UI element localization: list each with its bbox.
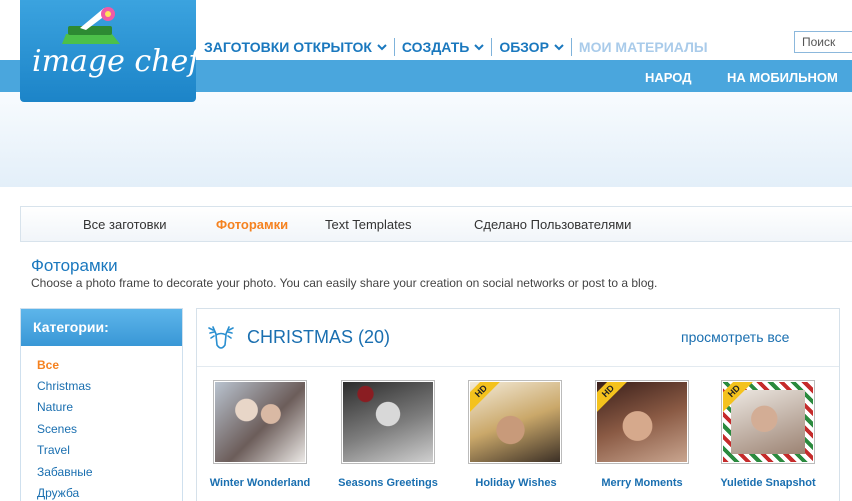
section-header: CHRISTMAS (20) просмотреть все (197, 309, 839, 367)
nav-divider (393, 38, 395, 56)
category-travel[interactable]: Travel (37, 443, 70, 457)
category-scenes[interactable]: Scenes (37, 422, 77, 436)
tab-user-made[interactable]: Сделано Пользователями (474, 217, 631, 232)
template-label[interactable]: Holiday Wishes (461, 477, 571, 489)
category-friendship[interactable]: Дружба (37, 486, 79, 500)
chevron-down-icon (554, 44, 564, 51)
template-thumbnail: HD (723, 382, 813, 462)
template-label[interactable]: Seasons Greetings (333, 477, 443, 489)
logo-text: image chef (32, 44, 196, 79)
search-input[interactable] (794, 31, 852, 53)
section-title: CHRISTMAS (20) (247, 327, 391, 347)
nav-browse[interactable]: ОБЗОР (499, 39, 564, 55)
page-title: Фоторамки (31, 256, 118, 275)
tab-all-templates[interactable]: Все заготовки (83, 217, 167, 232)
hd-badge: HD (470, 382, 504, 414)
template-label[interactable]: Merry Moments (587, 477, 697, 489)
nav-create-label: СОЗДАТЬ (401, 39, 470, 55)
template-label[interactable]: Winter Wonderland (205, 477, 315, 489)
logo[interactable]: image chef (20, 0, 196, 102)
main-nav: ЗАГОТОВКИ ОТКРЫТОК СОЗДАТЬ ОБЗОР МОИ МАТ… (204, 38, 708, 56)
category-funny[interactable]: Забавные (37, 465, 93, 479)
category-all[interactable]: Все (37, 358, 59, 372)
nav-divider (491, 38, 493, 56)
header-background (0, 92, 852, 187)
nav-divider (570, 38, 572, 56)
hd-badge: HD (597, 382, 631, 414)
tab-photo-frames[interactable]: Фоторамки (216, 217, 288, 232)
template-card[interactable]: HD (468, 380, 562, 464)
template-thumbnail: HD (470, 382, 560, 462)
template-card[interactable]: HD (721, 380, 815, 464)
nav-my-materials[interactable]: МОИ МАТЕРИАЛЫ (579, 39, 708, 55)
template-label[interactable]: Yuletide Snapshot (713, 477, 823, 489)
template-card[interactable] (341, 380, 435, 464)
chevron-down-icon (474, 44, 485, 51)
template-thumbnail: HD (597, 382, 687, 462)
nav-browse-label: ОБЗОР (499, 39, 549, 55)
tab-text-templates[interactable]: Text Templates (325, 217, 411, 232)
nav-my-materials-label: МОИ МАТЕРИАЛЫ (578, 39, 708, 55)
template-thumbnail (215, 382, 305, 462)
page: image chef ЗАГОТОВКИ ОТКРЫТОК СОЗДАТЬ ОБ… (0, 0, 852, 501)
typewriter-icon (62, 7, 120, 44)
template-card[interactable] (213, 380, 307, 464)
nav-templates[interactable]: ЗАГОТОВКИ ОТКРЫТОК (204, 39, 387, 55)
subnav-community[interactable]: НАРОД (645, 70, 691, 85)
sidebar-title: Категории: (21, 309, 182, 346)
deer-icon (208, 326, 234, 349)
photo-area (731, 390, 805, 454)
template-card[interactable]: HD (595, 380, 689, 464)
template-thumbnail (343, 382, 433, 462)
chevron-down-icon (377, 44, 387, 51)
category-nature[interactable]: Nature (37, 400, 73, 414)
view-all-link[interactable]: просмотреть все (681, 329, 789, 345)
subnav-mobile[interactable]: НА МОБИЛЬНОМ (727, 70, 838, 85)
page-description: Choose a photo frame to decorate your ph… (31, 276, 658, 290)
nav-templates-label: ЗАГОТОВКИ ОТКРЫТОК (204, 39, 372, 55)
nav-create[interactable]: СОЗДАТЬ (401, 39, 485, 55)
category-christmas[interactable]: Christmas (37, 379, 91, 393)
